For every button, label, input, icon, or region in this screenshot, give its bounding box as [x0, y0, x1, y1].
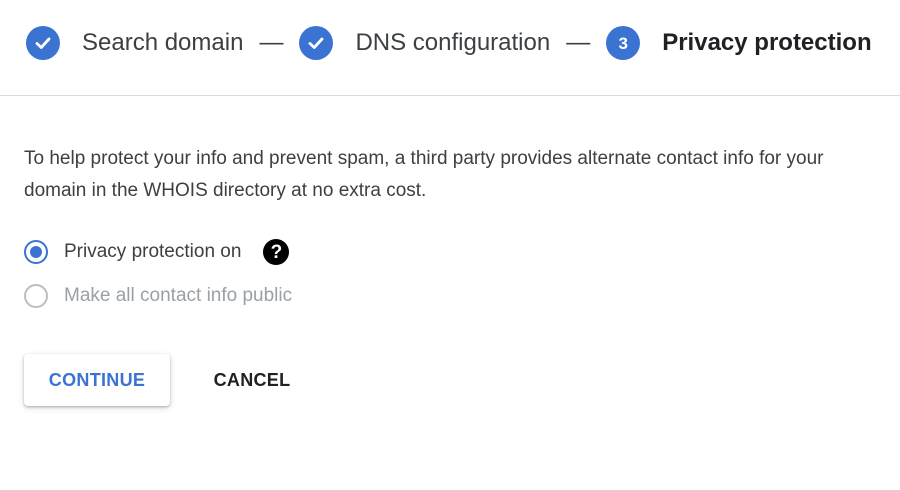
step-1-label: Search domain — [82, 29, 244, 56]
step-2-check-icon — [299, 26, 334, 60]
privacy-on-radio[interactable] — [24, 240, 48, 264]
step-separator: — — [566, 29, 591, 56]
step-3-number: 3 — [618, 33, 628, 53]
step-3-number-badge: 3 — [606, 26, 641, 60]
privacy-on-label[interactable]: Privacy protection on — [64, 241, 241, 263]
stepper-steps: Search domain — DNS configuration — 3 Pr… — [26, 26, 872, 60]
question-mark-circle-icon[interactable]: ? — [263, 239, 290, 265]
step-1-check-icon — [26, 26, 60, 60]
public-contact-option: Make all contact info public — [24, 282, 292, 310]
step-2-label: DNS configuration — [355, 29, 551, 56]
continue-button[interactable]: CONTINUE — [24, 354, 170, 406]
privacy-description: To help protect your info and prevent sp… — [24, 148, 824, 201]
cancel-button[interactable]: CANCEL — [196, 354, 308, 406]
public-contact-radio — [24, 284, 48, 308]
privacy-on-option[interactable]: Privacy protection on ? — [24, 238, 290, 266]
step-3-label: Privacy protection — [662, 29, 872, 56]
public-contact-label: Make all contact info public — [64, 285, 293, 306]
stepper-header: Search domain — DNS configuration — 3 Pr… — [0, 0, 900, 96]
step-separator: — — [259, 29, 284, 56]
